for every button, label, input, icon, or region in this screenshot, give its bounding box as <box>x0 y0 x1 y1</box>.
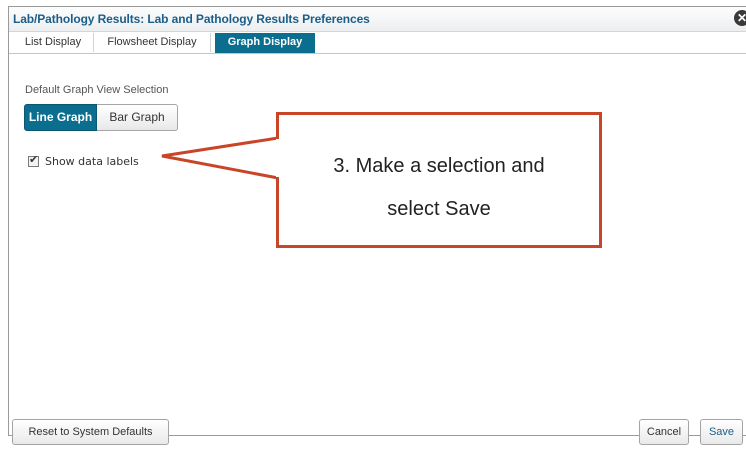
callout-text: 3. Make a selection and select Save <box>333 155 545 220</box>
instruction-callout: 3. Make a selection and select Save <box>276 112 602 248</box>
